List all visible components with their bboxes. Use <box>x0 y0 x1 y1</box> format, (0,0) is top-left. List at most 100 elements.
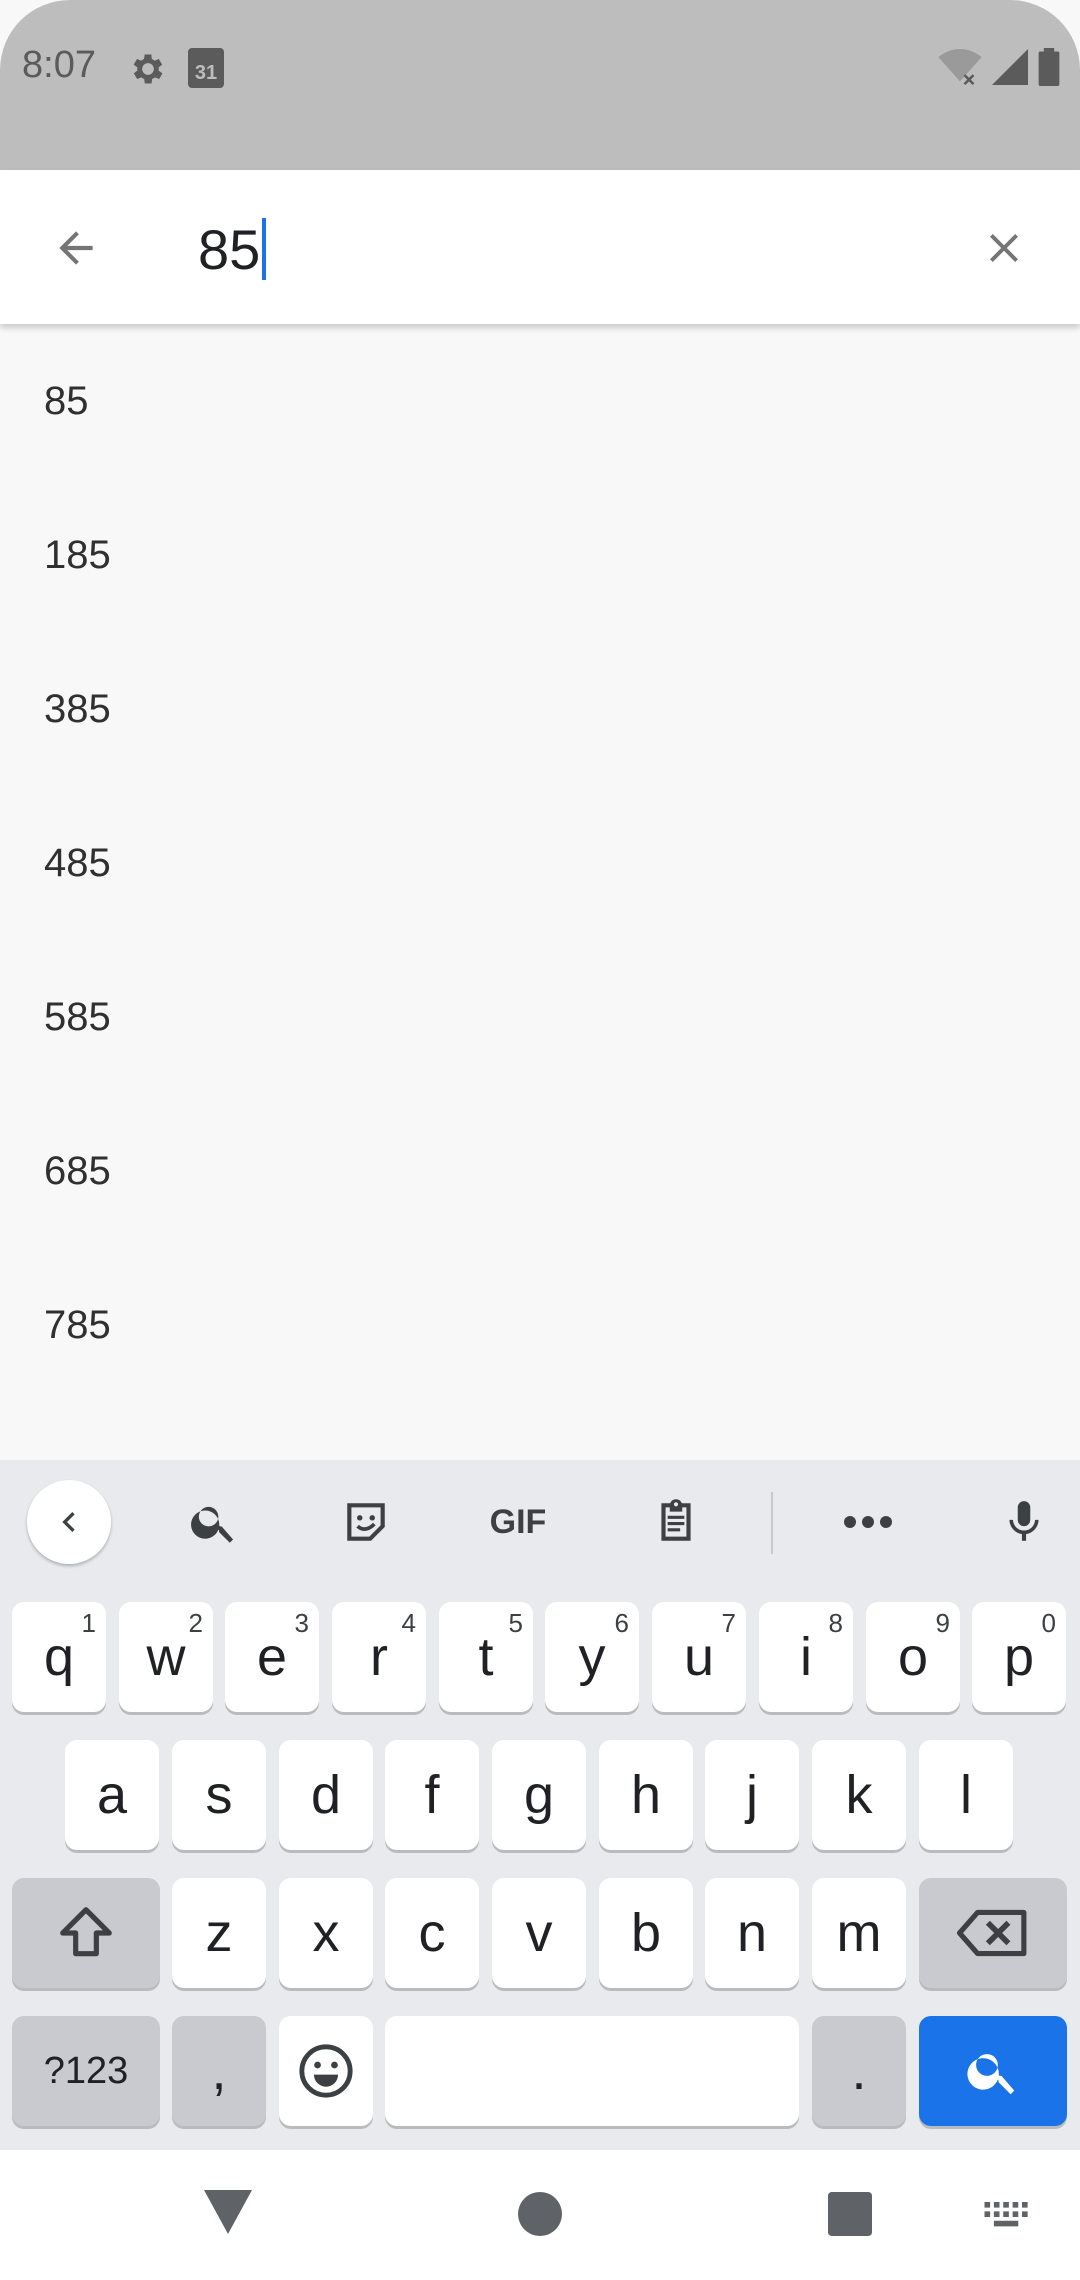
signal-icon <box>992 49 1028 85</box>
key-hint: 7 <box>721 1608 736 1638</box>
key-l[interactable]: l <box>919 1740 1013 1850</box>
navigation-bar <box>0 2150 1080 2280</box>
toolbar-search-button[interactable] <box>172 1480 256 1564</box>
suggestion-item[interactable]: 85 <box>0 324 1080 478</box>
key-label: y <box>578 1627 606 1687</box>
key-a[interactable]: a <box>65 1740 159 1850</box>
suggestion-list: 85 185 385 485 585 685 785 <box>0 324 1080 1460</box>
clear-button[interactable] <box>966 210 1042 286</box>
key-hint: 8 <box>828 1608 843 1638</box>
wifi-icon <box>938 49 982 85</box>
battery-icon <box>1038 48 1060 86</box>
toolbar-mic-button[interactable] <box>982 1480 1066 1564</box>
key-hint: 3 <box>294 1608 309 1638</box>
home-circle-icon[interactable] <box>518 2192 562 2236</box>
search-action-key[interactable] <box>919 2016 1067 2126</box>
gif-icon: GIF <box>489 1502 547 1541</box>
key-k[interactable]: k <box>812 1740 906 1850</box>
back-button[interactable] <box>38 210 114 286</box>
key-f[interactable]: f <box>385 1740 479 1850</box>
key-n[interactable]: n <box>705 1878 799 1988</box>
backspace-icon <box>957 1909 1027 1957</box>
more-icon <box>844 1516 892 1528</box>
emoji-key[interactable] <box>279 2016 373 2126</box>
key-label: p <box>1003 1627 1035 1687</box>
calendar-day: 31 <box>194 62 218 84</box>
toolbar-more-button[interactable] <box>826 1480 910 1564</box>
emoji-icon <box>299 2044 353 2098</box>
suggestion-item[interactable]: 485 <box>0 786 1080 940</box>
key-label: e <box>256 1627 288 1687</box>
sticker-icon <box>347 1503 385 1541</box>
key-e[interactable]: e3 <box>225 1602 319 1712</box>
key-g[interactable]: g <box>492 1740 586 1850</box>
suggestion-item[interactable]: 685 <box>0 1094 1080 1248</box>
key-label: w <box>146 1627 186 1687</box>
key-m[interactable]: m <box>812 1878 906 1988</box>
key-hint: 5 <box>508 1608 523 1638</box>
status-bar: 8:07 31 <box>0 0 1080 170</box>
key-c[interactable]: c <box>385 1878 479 1988</box>
key-y[interactable]: y6 <box>545 1602 639 1712</box>
key-hint: 6 <box>614 1608 629 1638</box>
suggestion-item[interactable]: 785 <box>0 1248 1080 1402</box>
key-label: t <box>478 1627 494 1687</box>
key-u[interactable]: u7 <box>652 1602 746 1712</box>
key-h[interactable]: h <box>599 1740 693 1850</box>
status-time: 8:07 <box>22 44 96 86</box>
key-hint: 1 <box>81 1608 96 1638</box>
arrow-back-icon <box>59 231 93 265</box>
key-x[interactable]: x <box>279 1878 373 1988</box>
search-bar: 85 <box>0 170 1080 324</box>
key-hint: 9 <box>935 1608 950 1638</box>
suggestion-item[interactable]: 585 <box>0 940 1080 1094</box>
keyboard: GIF q1 w2 e3 r4 t5 y6 u7 i8 o9 p0 a s d … <box>0 1460 1080 2150</box>
shift-icon <box>60 1907 112 1957</box>
key-hint: 2 <box>188 1608 203 1638</box>
close-icon <box>990 234 1018 262</box>
key-d[interactable]: d <box>279 1740 373 1850</box>
text-cursor <box>262 218 267 280</box>
key-q[interactable]: q1 <box>12 1602 106 1712</box>
key-hint: 4 <box>401 1608 416 1638</box>
key-w[interactable]: w2 <box>119 1602 213 1712</box>
recents-square-icon[interactable] <box>828 2192 872 2236</box>
toolbar-collapse-button[interactable] <box>27 1480 111 1564</box>
comma-key[interactable]: , <box>172 2016 266 2126</box>
toolbar-clipboard-button[interactable] <box>634 1480 718 1564</box>
search-icon <box>191 1506 234 1543</box>
period-key[interactable]: . <box>812 2016 906 2126</box>
key-j[interactable]: j <box>705 1740 799 1850</box>
key-label: i <box>800 1627 812 1687</box>
clipboard-icon <box>661 1499 691 1541</box>
keyboard-icon[interactable] <box>984 2202 1030 2232</box>
search-icon <box>967 2054 1015 2095</box>
key-label: r <box>370 1627 388 1687</box>
key-label: q <box>43 1627 75 1687</box>
toolbar-sticker-button[interactable] <box>324 1480 408 1564</box>
suggestion-item[interactable]: 385 <box>0 632 1080 786</box>
key-s[interactable]: s <box>172 1740 266 1850</box>
keyboard-toolbar: GIF <box>0 1460 1080 1585</box>
toolbar-gif-button[interactable]: GIF <box>476 1480 560 1564</box>
shift-key[interactable] <box>12 1878 160 1988</box>
key-o[interactable]: o9 <box>866 1602 960 1712</box>
key-hint: 0 <box>1041 1608 1056 1638</box>
toolbar-divider <box>771 1492 773 1554</box>
suggestion-item[interactable]: 185 <box>0 478 1080 632</box>
key-r[interactable]: r4 <box>332 1602 426 1712</box>
symbols-key[interactable]: ?123 <box>12 2016 160 2126</box>
key-z[interactable]: z <box>172 1878 266 1988</box>
key-b[interactable]: b <box>599 1878 693 1988</box>
chevron-left-icon <box>62 1512 75 1532</box>
back-triangle-icon[interactable] <box>204 2190 252 2234</box>
key-t[interactable]: t5 <box>439 1602 533 1712</box>
key-label: o <box>897 1627 929 1687</box>
key-p[interactable]: p0 <box>972 1602 1066 1712</box>
space-key[interactable] <box>385 2016 799 2126</box>
backspace-key[interactable] <box>919 1878 1067 1988</box>
gear-icon <box>133 54 163 84</box>
key-i[interactable]: i8 <box>759 1602 853 1712</box>
search-input[interactable]: 85 <box>198 214 267 284</box>
key-v[interactable]: v <box>492 1878 586 1988</box>
